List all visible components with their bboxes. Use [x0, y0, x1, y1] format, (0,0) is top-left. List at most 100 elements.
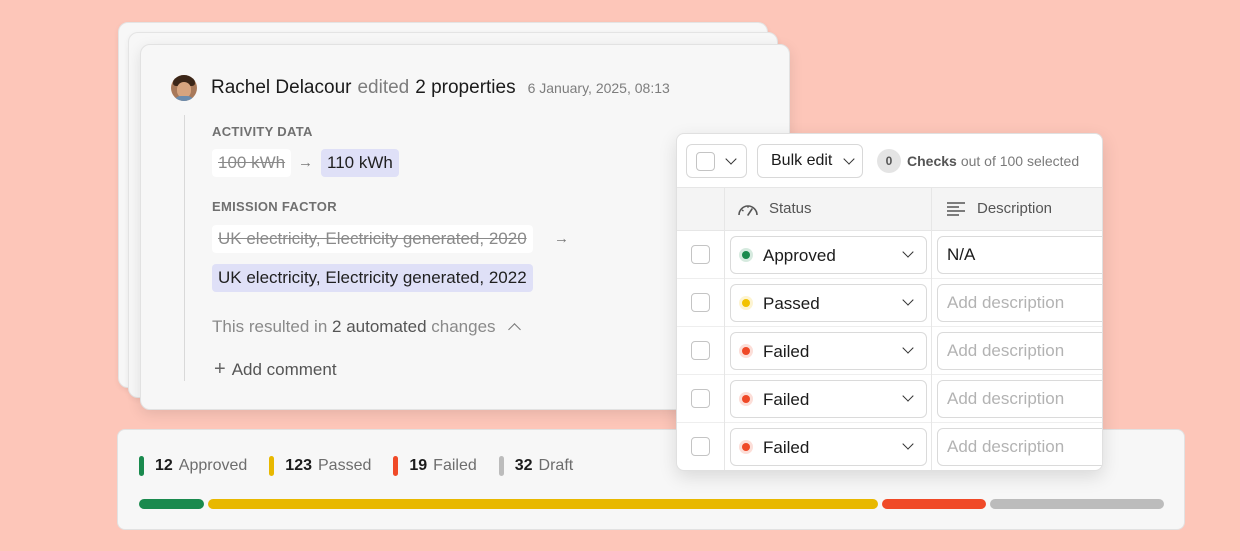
table-row: Passed Add description	[677, 279, 1102, 327]
selection-count: 0 Checks out of 100 selected	[877, 149, 1079, 173]
legend-label: Passed	[318, 457, 372, 474]
arrow-icon: →	[298, 154, 313, 171]
selected-count-badge: 0	[877, 149, 901, 173]
status-value: Passed	[763, 294, 820, 313]
legend-item: 19 Failed	[393, 456, 477, 476]
column-divider	[931, 188, 932, 470]
status-select[interactable]: Failed	[730, 428, 927, 466]
bar-segment-draft	[989, 499, 1164, 509]
emission-factor-label: EMISSION FACTOR	[212, 199, 337, 214]
legend-count: 123	[285, 457, 312, 474]
status-dot-icon	[739, 440, 753, 454]
timeline-line	[184, 115, 185, 381]
legend-item: 12 Approved	[139, 456, 247, 476]
plus-icon: +	[214, 358, 226, 380]
table-toolbar: Bulk edit 0 Checks out of 100 selected	[677, 134, 1102, 188]
legend-swatch	[269, 456, 275, 476]
bar-segment-passed	[208, 499, 879, 509]
user-name[interactable]: Rachel Delacour	[211, 77, 351, 99]
description-placeholder: Add description	[947, 293, 1065, 312]
status-value: Failed	[763, 390, 810, 409]
column-header-description[interactable]: Description	[947, 200, 1052, 217]
row-checkbox[interactable]	[691, 341, 710, 360]
emission-new-value: UK electricity, Electricity generated, 2…	[212, 264, 533, 292]
activity-new-value: 110 kWh	[321, 149, 399, 177]
add-comment-label: Add comment	[231, 360, 337, 379]
avatar[interactable]	[171, 75, 197, 101]
chevron-down-icon	[902, 342, 914, 354]
description-input[interactable]: Add description	[937, 284, 1102, 322]
status-select[interactable]: Failed	[730, 380, 927, 418]
legend-swatch	[498, 456, 504, 476]
emission-old-value: UK electricity, Electricity generated, 2…	[212, 225, 533, 253]
legend-swatch	[393, 456, 399, 476]
legend-label: Approved	[178, 457, 248, 474]
legend-item: 32 Draft	[498, 456, 574, 476]
select-all-checkbox[interactable]	[696, 152, 715, 171]
gauge-icon	[738, 204, 758, 216]
activity-old-value: 100 kWh	[212, 149, 292, 177]
chevron-down-icon	[725, 153, 737, 165]
status-select[interactable]: Approved	[730, 236, 927, 274]
status-value: Approved	[763, 246, 836, 265]
activity-data-label: ACTIVITY DATA	[212, 124, 313, 139]
status-select[interactable]: Failed	[730, 332, 927, 370]
legend-swatch	[139, 456, 144, 476]
legend-item: 123 Passed	[269, 456, 371, 476]
status-value: Failed	[763, 342, 810, 361]
result-prefix: This resulted in	[212, 317, 328, 336]
legend-label: Draft	[538, 457, 574, 474]
legend-label: Failed	[433, 457, 477, 474]
table-header: Status Description	[677, 188, 1102, 231]
description-input[interactable]: Add description	[937, 380, 1102, 418]
text-lines-icon	[947, 201, 965, 216]
row-checkbox[interactable]	[691, 437, 710, 456]
table-row: Failed Add description	[677, 327, 1102, 375]
description-input[interactable]: Add description	[937, 428, 1102, 466]
bulk-edit-button[interactable]: Bulk edit	[757, 144, 863, 178]
chevron-down-icon	[902, 246, 914, 258]
bulk-edit-label: Bulk edit	[771, 152, 833, 169]
row-checkbox[interactable]	[691, 389, 710, 408]
legend-count: 32	[514, 457, 533, 474]
status-select[interactable]: Passed	[730, 284, 927, 322]
description-input[interactable]: Add description	[937, 332, 1102, 370]
table-row: Failed Add description	[677, 423, 1102, 470]
status-value: Failed	[763, 438, 810, 457]
description-placeholder: Add description	[947, 389, 1065, 408]
chevron-down-icon	[902, 294, 914, 306]
checks-table: Bulk edit 0 Checks out of 100 selected S…	[676, 133, 1103, 471]
description-input[interactable]: N/A	[937, 236, 1102, 274]
activity-header: Rachel Delacour edited 2 properties 6 Ja…	[171, 75, 670, 101]
result-suffix: changes	[431, 317, 496, 336]
column-divider	[724, 188, 725, 470]
automated-changes-toggle[interactable]: This resulted in 2 automated changes	[212, 317, 522, 337]
legend-count: 12	[155, 457, 173, 474]
edited-properties: 2 properties	[415, 77, 516, 98]
column-header-status[interactable]: Status	[737, 200, 812, 217]
status-header-label: Status	[769, 200, 812, 217]
status-legend: 12 Approved 123 Passed 19 Failed 32 Draft	[139, 456, 595, 476]
chevron-down-icon	[902, 438, 914, 450]
row-checkbox[interactable]	[691, 293, 710, 312]
table-row: Failed Add description	[677, 375, 1102, 423]
legend-count: 19	[409, 457, 428, 474]
activity-timestamp: 6 January, 2025, 08:13	[527, 80, 670, 96]
select-all-dropdown[interactable]	[686, 144, 747, 178]
status-dot-icon	[739, 344, 753, 358]
row-checkbox[interactable]	[691, 245, 710, 264]
chevron-down-icon	[902, 390, 914, 402]
description-placeholder: Add description	[947, 437, 1065, 456]
chevron-down-icon	[843, 153, 855, 165]
result-count: 2 automated	[332, 317, 427, 336]
table-row: Approved N/A	[677, 231, 1102, 279]
activity-verb: edited	[357, 77, 410, 98]
description-header-label: Description	[977, 200, 1053, 217]
description-value: N/A	[947, 245, 976, 264]
status-dot-icon	[739, 248, 753, 262]
add-comment-button[interactable]: + Add comment	[214, 358, 337, 381]
chevron-up-icon	[508, 323, 522, 336]
checks-label: Checks	[907, 153, 957, 169]
description-placeholder: Add description	[947, 341, 1065, 360]
bar-segment-approved	[139, 499, 205, 509]
